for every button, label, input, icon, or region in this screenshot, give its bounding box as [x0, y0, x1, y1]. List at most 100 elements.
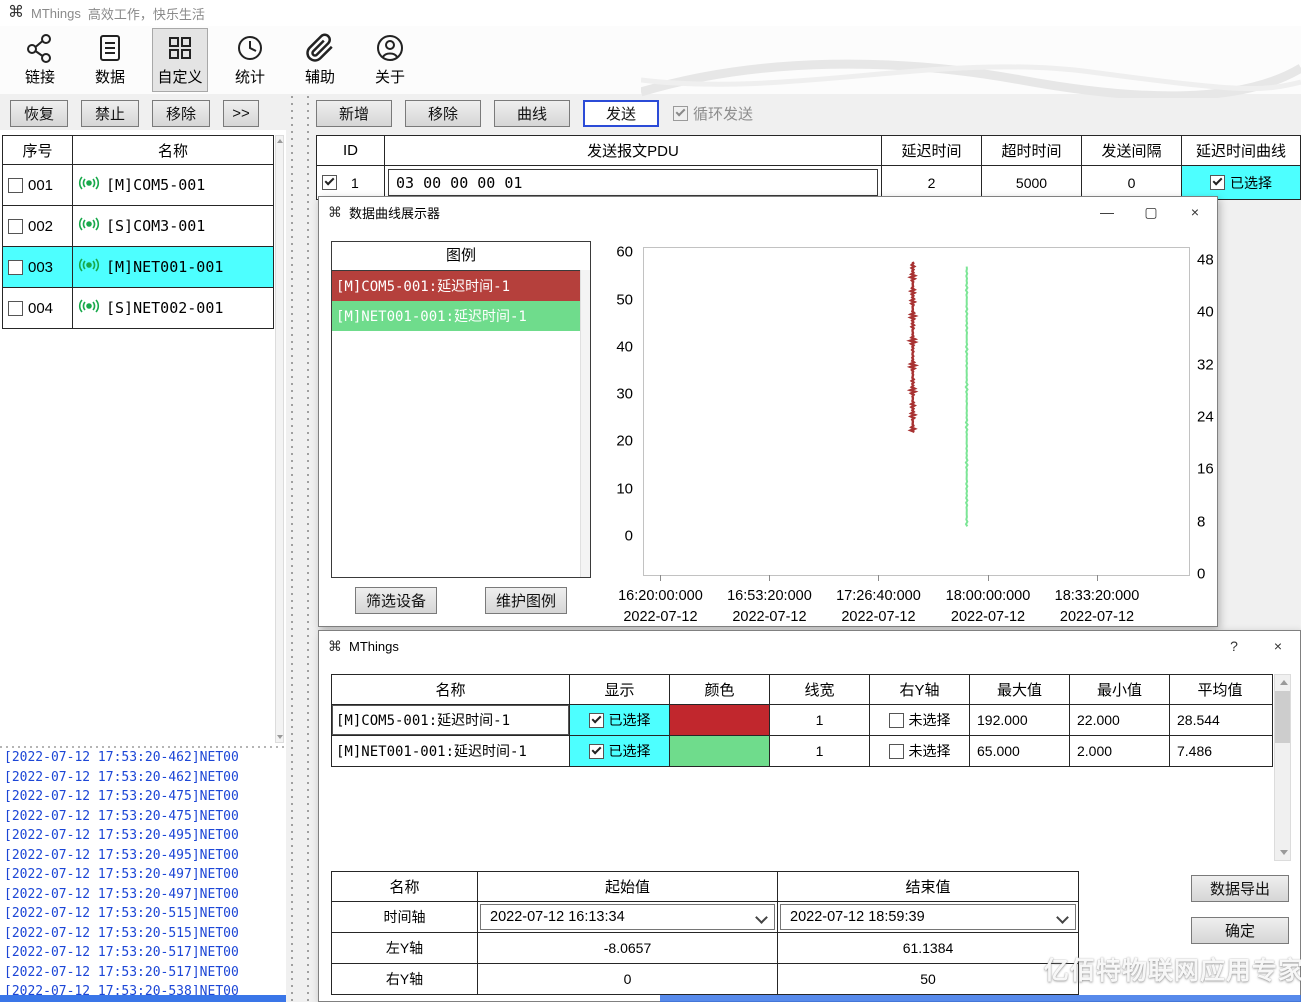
toolbar-item-auxiliary[interactable]: 辅助 — [292, 28, 348, 92]
col-header-name: 名称 — [332, 675, 570, 704]
log-line[interactable]: [2022-07-12 17:53:20-515]NET00 — [4, 904, 286, 924]
device-checkbox[interactable] — [8, 219, 23, 234]
log-line[interactable]: [2022-07-12 17:53:20-462]NET00 — [4, 768, 286, 788]
toolbar-item-statistics[interactable]: 统计 — [222, 28, 278, 92]
legend-item-green[interactable]: [M]NET001-001:延迟时间-1 — [332, 301, 590, 331]
close-icon[interactable]: × — [1256, 631, 1300, 661]
toolbar-item-customize[interactable]: 自定义 — [152, 28, 208, 92]
left-y-start-value[interactable]: -8.0657 — [478, 933, 778, 963]
pdu-delay-cell[interactable]: 2 — [882, 166, 982, 199]
show-checkbox[interactable] — [589, 713, 604, 728]
send-button[interactable]: 发送 — [583, 100, 659, 127]
left-axis-tick-label: 0 — [625, 527, 633, 544]
remove-button[interactable]: 移除 — [405, 100, 481, 127]
curve-button[interactable]: 曲线 — [494, 100, 570, 127]
legend-scrollbar[interactable] — [580, 270, 590, 577]
series-linewidth-cell[interactable]: 1 — [770, 736, 870, 766]
log-line[interactable]: [2022-07-12 17:53:20-495]NET00 — [4, 846, 286, 866]
device-checkbox[interactable] — [8, 178, 23, 193]
pdu-row-checkbox[interactable] — [322, 175, 337, 190]
curve-settings-dialog: ⌘ MThings ? × 名称 显示 颜色 线宽 右Y轴 最大值 最小值 平均… — [318, 630, 1301, 1002]
series-table-scrollbar[interactable] — [1274, 674, 1291, 861]
expand-button[interactable]: >> — [223, 100, 259, 127]
series-table-header: 名称 显示 颜色 线宽 右Y轴 最大值 最小值 平均值 — [332, 675, 1272, 705]
maintain-legend-button[interactable]: 维护图例 — [485, 587, 567, 614]
curve-dialog-titlebar[interactable]: ⌘ 数据曲线展示器 — ▢ × — [319, 197, 1217, 227]
col-header-max: 最大值 — [970, 675, 1070, 704]
device-row-selected[interactable]: 003 [M]NET001-001 — [3, 247, 273, 288]
vertical-splitter[interactable] — [288, 96, 312, 1002]
left-y-end-value[interactable]: 61.1384 — [778, 933, 1078, 963]
loop-send-checkbox[interactable] — [673, 106, 688, 121]
time-end-combobox[interactable]: 2022-07-12 18:59:39 — [780, 904, 1076, 930]
device-list-scrollbar[interactable] — [275, 135, 284, 743]
device-checkbox[interactable] — [8, 301, 23, 316]
right-y-checkbox[interactable] — [889, 744, 904, 759]
curve-dialog-title: 数据曲线展示器 — [349, 203, 440, 222]
range-table-header: 名称 起始值 结束值 — [332, 872, 1078, 902]
series-color-swatch[interactable] — [670, 736, 770, 766]
right-axis-tick-label: 40 — [1197, 304, 1214, 321]
pdu-interval-cell[interactable]: 0 — [1082, 166, 1182, 199]
pdu-curve-cell: 已选择 — [1182, 166, 1300, 199]
toolbar-item-data[interactable]: 数据 — [82, 28, 138, 92]
show-checkbox[interactable] — [589, 744, 604, 759]
device-table-header: 序号 名称 — [3, 136, 273, 165]
pdu-input-field[interactable]: 03 00 00 00 01 — [388, 169, 878, 196]
right-y-end-value[interactable]: 50 — [778, 964, 1078, 994]
pdu-row[interactable]: 1 03 00 00 00 01 2 5000 0 已选择 — [317, 166, 1300, 199]
device-index: 002 — [28, 218, 53, 235]
toolbar-item-link[interactable]: 链接 — [12, 28, 68, 92]
left-axis-tick-label: 60 — [616, 244, 633, 261]
series-linewidth-cell[interactable]: 1 — [770, 705, 870, 735]
log-line[interactable]: [2022-07-12 17:53:20-517]NET00 — [4, 963, 286, 983]
series-color-swatch[interactable] — [670, 705, 770, 735]
log-line[interactable]: [2022-07-12 17:53:20-517]NET00 — [4, 943, 286, 963]
settings-dialog-titlebar[interactable]: ⌘ MThings ? × — [319, 631, 1300, 661]
device-row[interactable]: 002 [S]COM3-001 — [3, 206, 273, 247]
remove-device-button[interactable]: 移除 — [152, 100, 210, 127]
series-row[interactable]: [M]COM5-001:延迟时间-1 已选择 1 未选择 192.000 22.… — [332, 705, 1272, 736]
minimize-icon[interactable]: — — [1085, 197, 1129, 227]
log-selected-line[interactable] — [0, 995, 286, 1002]
series-row[interactable]: [M]NET001-001:延迟时间-1 已选择 1 未选择 65.000 2.… — [332, 736, 1272, 766]
help-icon[interactable]: ? — [1212, 631, 1256, 661]
scrollbar-thumb[interactable] — [1275, 691, 1290, 743]
loop-send-toggle[interactable]: 循环发送 — [673, 103, 753, 124]
legend-item-red[interactable]: [M]COM5-001:延迟时间-1 — [332, 271, 590, 301]
restore-button[interactable]: 恢复 — [10, 100, 68, 127]
time-start-combobox[interactable]: 2022-07-12 16:13:34 — [480, 904, 775, 930]
data-icon — [95, 33, 125, 63]
log-panel[interactable]: [2022-07-12 17:53:20-462]NET00 [2022-07-… — [0, 748, 286, 1002]
log-line[interactable]: [2022-07-12 17:53:20-475]NET00 — [4, 787, 286, 807]
right-y-start-value[interactable]: 0 — [478, 964, 778, 994]
log-line[interactable]: [2022-07-12 17:53:20-475]NET00 — [4, 807, 286, 827]
device-name: [M]COM5-001 — [106, 176, 205, 194]
ok-button[interactable]: 确定 — [1191, 917, 1289, 944]
log-line[interactable]: [2022-07-12 17:53:20-497]NET00 — [4, 865, 286, 885]
series-name-cell[interactable]: [M]NET001-001:延迟时间-1 — [332, 736, 570, 766]
log-line[interactable]: [2022-07-12 17:53:20-495]NET00 — [4, 826, 286, 846]
bottom-highlight-strip — [660, 995, 1301, 1002]
device-row[interactable]: 004 [S]NET002-001 — [3, 288, 273, 328]
pdu-timeout-cell[interactable]: 5000 — [982, 166, 1082, 199]
curve-selected-checkbox[interactable] — [1210, 175, 1225, 190]
left-axis-ticks: 6050403020100 — [601, 247, 639, 574]
right-axis-tick-label: 0 — [1197, 566, 1205, 583]
range-row-time-axis: 时间轴 2022-07-12 16:13:34 2022-07-12 18:59… — [332, 902, 1078, 933]
close-icon[interactable]: × — [1173, 197, 1217, 227]
log-line[interactable]: [2022-07-12 17:53:20-515]NET00 — [4, 924, 286, 944]
add-button[interactable]: 新增 — [316, 100, 392, 127]
data-export-button[interactable]: 数据导出 — [1191, 875, 1289, 902]
maximize-icon[interactable]: ▢ — [1129, 197, 1173, 227]
log-line[interactable]: [2022-07-12 17:53:20-497]NET00 — [4, 885, 286, 905]
x-axis-tickmark — [988, 575, 989, 581]
series-name-cell[interactable]: [M]COM5-001:延迟时间-1 — [332, 705, 570, 735]
device-checkbox[interactable] — [8, 260, 23, 275]
disable-button[interactable]: 禁止 — [81, 100, 139, 127]
filter-devices-button[interactable]: 筛选设备 — [355, 587, 437, 614]
toolbar-item-about[interactable]: 关于 — [362, 28, 418, 92]
right-y-checkbox[interactable] — [889, 713, 904, 728]
log-line[interactable]: [2022-07-12 17:53:20-462]NET00 — [4, 748, 286, 768]
device-row[interactable]: 001 [M]COM5-001 — [3, 165, 273, 206]
